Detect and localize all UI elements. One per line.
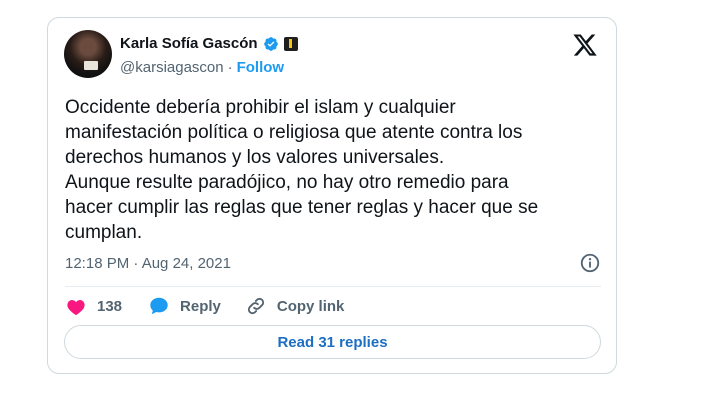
reply-button[interactable]: Reply (148, 295, 221, 317)
action-bar: 138 Reply Copy link (65, 295, 344, 317)
info-icon[interactable] (579, 252, 601, 274)
copy-link-button[interactable]: Copy link (245, 295, 345, 317)
tweet-text-line: Occidente debería prohibir el islam y cu… (65, 97, 456, 118)
tweet-timestamp[interactable]: 12:18 PM · Aug 24, 2021 (65, 255, 231, 272)
read-replies-button[interactable]: Read 31 replies (64, 325, 601, 359)
tweet-text-line: manifestación política o religiosa que a… (65, 122, 523, 143)
tweet-card: Karla Sofía Gascón @karsiagascon · Follow … (47, 17, 617, 374)
like-button[interactable]: 138 (65, 295, 122, 317)
author-handle[interactable]: @karsiagascon (120, 59, 224, 76)
reply-label: Reply (180, 297, 221, 315)
handle-row: @karsiagascon · Follow (120, 59, 284, 76)
verified-badge-icon (263, 36, 278, 51)
author-name[interactable]: Karla Sofía Gascón (120, 35, 258, 52)
divider (65, 286, 601, 287)
x-logo-icon[interactable] (572, 32, 598, 58)
reply-bubble-icon (150, 297, 168, 315)
link-icon (247, 297, 264, 315)
follow-button[interactable]: Follow (237, 59, 285, 76)
heart-icon (67, 300, 85, 316)
tweet-text: Occidente debería prohibir el islam y cu… (65, 95, 605, 245)
copy-link-label: Copy link (276, 297, 345, 315)
like-count: 138 (97, 297, 123, 315)
tweet-text-line: cumplan. (65, 222, 143, 243)
affiliate-badge-icon (283, 36, 298, 51)
tweet-text-line: hacer cumplir las reglas que tener regla… (65, 197, 539, 218)
tweet-text-line: derechos humanos y los valores universal… (65, 147, 445, 168)
tweet-text-line: Aunque resulte paradójico, no hay otro r… (65, 172, 509, 193)
author-name-row: Karla Sofía Gascón (120, 35, 298, 52)
avatar[interactable] (64, 30, 112, 78)
separator-dot: · (227, 59, 233, 76)
